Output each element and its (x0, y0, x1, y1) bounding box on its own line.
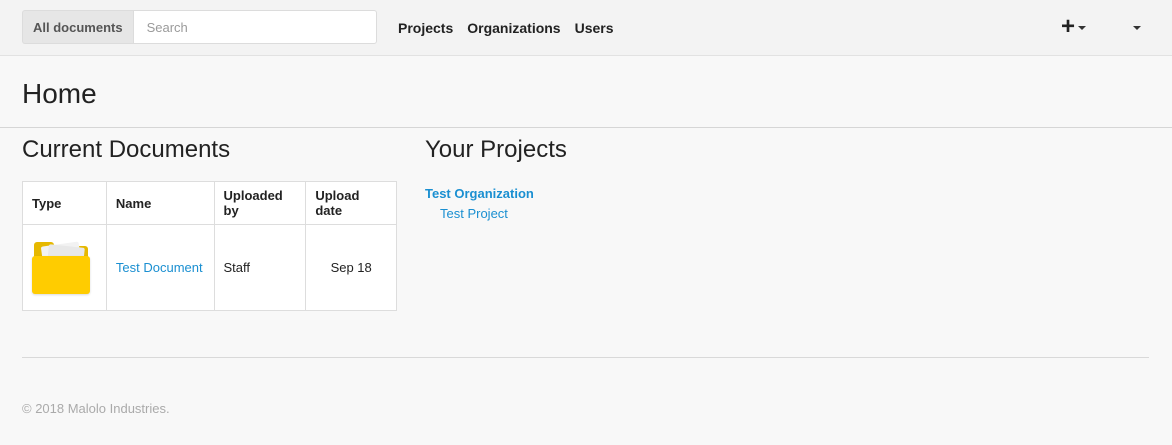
user-menu-button[interactable] (1130, 0, 1141, 56)
search-group: All documents (22, 10, 377, 44)
document-type-cell (22, 224, 107, 311)
upload-date-cell: Sep 18 (305, 224, 397, 311)
plus-icon: + (1061, 13, 1076, 40)
caret-down-icon (1133, 26, 1141, 30)
footer-copyright: © 2018 Malolo Industries. (22, 401, 170, 416)
current-documents-heading: Current Documents (22, 136, 231, 163)
document-link[interactable]: Test Document (116, 260, 203, 275)
folder-icon[interactable] (32, 240, 90, 294)
search-input[interactable] (132, 10, 377, 44)
organization-link[interactable]: Test Organization (425, 186, 534, 201)
page-header: Home (0, 56, 1172, 128)
column-header-upload-date: Upload date (305, 181, 397, 225)
nav-links: Projects Organizations Users (398, 0, 614, 56)
column-header-type: Type (22, 181, 107, 225)
table-header-row: Type Name Uploaded by Upload date (22, 181, 397, 225)
uploaded-by-cell: Staff (213, 224, 307, 311)
documents-table: Type Name Uploaded by Upload date Test D… (22, 181, 397, 311)
your-projects-heading: Your Projects (425, 136, 567, 163)
nav-link-organizations[interactable]: Organizations (467, 20, 560, 36)
document-name-cell: Test Document (105, 224, 215, 311)
top-navbar: All documents Projects Organizations Use… (0, 0, 1172, 56)
add-menu-button[interactable]: + (1061, 0, 1087, 56)
project-link[interactable]: Test Project (440, 206, 508, 221)
table-row: Test Document Staff Sep 18 (22, 224, 397, 311)
footer-divider (22, 357, 1149, 358)
column-header-name: Name (105, 181, 215, 225)
column-header-uploaded-by: Uploaded by (213, 181, 307, 225)
search-scope-button[interactable]: All documents (22, 10, 133, 44)
nav-link-users[interactable]: Users (575, 20, 614, 36)
page-title: Home (22, 78, 97, 109)
nav-link-projects[interactable]: Projects (398, 20, 453, 36)
caret-down-icon (1078, 26, 1087, 30)
